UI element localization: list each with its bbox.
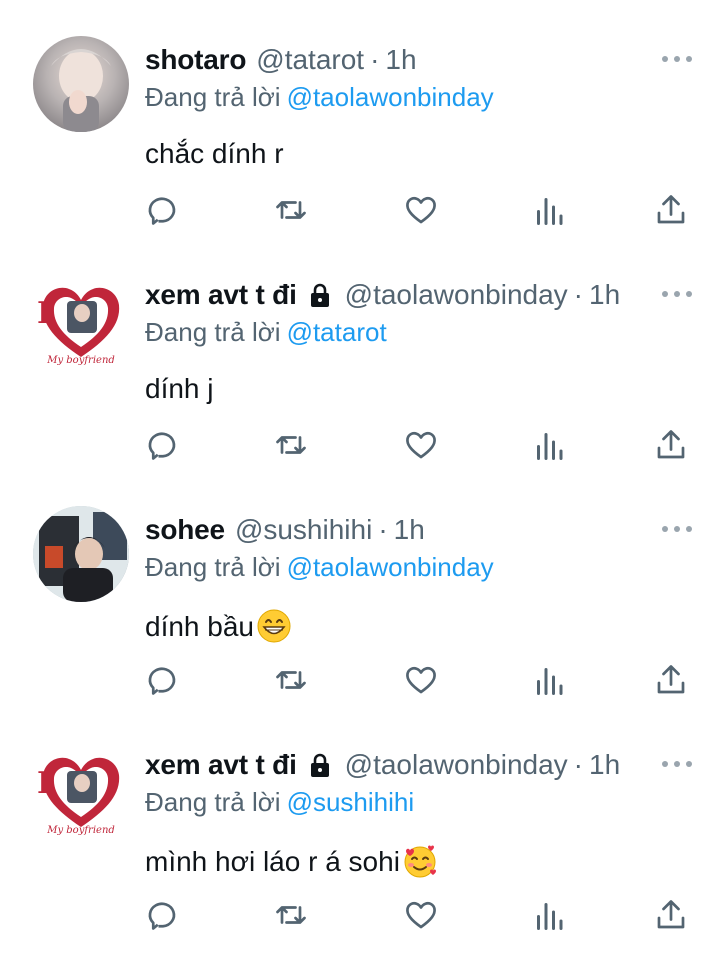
like-icon[interactable] <box>403 662 439 698</box>
action-bar <box>145 192 690 236</box>
like-icon[interactable] <box>403 192 439 228</box>
replying-to-line: Đang trả lời @tatarot <box>145 317 387 348</box>
action-bar <box>145 662 690 706</box>
avatar[interactable] <box>33 36 129 132</box>
replying-to-line: Đang trả lời @sushihihi <box>145 787 414 818</box>
retweet-icon[interactable] <box>273 192 309 228</box>
svg-text:I: I <box>37 296 51 331</box>
views-icon[interactable] <box>531 192 567 228</box>
reply-icon[interactable] <box>145 192 181 228</box>
share-icon[interactable] <box>653 192 689 228</box>
tweet-text: mình hơi láo r á sohi <box>145 843 438 879</box>
avatar[interactable] <box>33 506 129 602</box>
replying-to-mention[interactable]: @taolawonbinday <box>287 552 494 582</box>
replying-to-line: Đang trả lời @taolawonbinday <box>145 82 494 113</box>
like-icon[interactable] <box>403 897 439 933</box>
share-icon[interactable] <box>653 662 689 698</box>
user-handle[interactable]: @taolawonbinday <box>345 279 568 311</box>
smiling-face-with-hearts-emoji <box>402 843 438 879</box>
action-bar <box>145 427 690 471</box>
tweet[interactable]: I My boyfriend xem avt t đi @taolawonbin… <box>0 235 720 470</box>
separator-dot: · <box>370 44 380 75</box>
display-name[interactable]: shotaro <box>145 44 246 76</box>
tweet-header: xem avt t đi @taolawonbinday · 1h <box>145 745 620 785</box>
separator-dot: · <box>378 514 388 545</box>
tweet-header: sohee @sushihihi · 1h <box>145 510 425 550</box>
replying-to-label: Đang trả lời <box>145 552 281 582</box>
replying-to-label: Đang trả lời <box>145 317 281 347</box>
lock-icon <box>309 282 331 308</box>
share-icon[interactable] <box>653 427 689 463</box>
lock-icon <box>309 752 331 778</box>
separator-dot: · <box>573 279 583 310</box>
tweet[interactable]: I My boyfriend xem avt t đi @taolawonbin… <box>0 705 720 940</box>
reply-icon[interactable] <box>145 662 181 698</box>
svg-text:My boyfriend: My boyfriend <box>46 355 115 366</box>
separator-dot: · <box>573 749 583 780</box>
replying-to-label: Đang trả lời <box>145 787 281 817</box>
reply-icon[interactable] <box>145 897 181 933</box>
reply-thread: shotaro @tatarot · 1h Đang trả lời @taola… <box>0 0 720 960</box>
avatar[interactable]: I My boyfriend <box>33 741 129 837</box>
tweet-text-content: mình hơi láo r á sohi <box>145 846 400 877</box>
more-options-icon[interactable] <box>660 522 694 534</box>
tweet-text: dính bầu <box>145 608 292 644</box>
tweet[interactable]: sohee @sushihihi · 1h Đang trả lời @taola… <box>0 470 720 705</box>
share-icon[interactable] <box>653 897 689 933</box>
more-options-icon[interactable] <box>660 757 694 769</box>
tweet-text: dính j <box>145 373 214 404</box>
like-icon[interactable] <box>403 427 439 463</box>
retweet-icon[interactable] <box>273 427 309 463</box>
replying-to-mention[interactable]: @tatarot <box>287 317 387 347</box>
grinning-face-emoji <box>256 608 292 644</box>
display-name[interactable]: xem avt t đi <box>145 749 297 781</box>
reply-icon[interactable] <box>145 427 181 463</box>
replying-to-line: Đang trả lời @taolawonbinday <box>145 552 494 583</box>
replying-to-mention[interactable]: @sushihihi <box>287 787 415 817</box>
tweet-header: shotaro @tatarot · 1h <box>145 40 417 80</box>
tweet[interactable]: shotaro @tatarot · 1h Đang trả lời @taola… <box>0 0 720 235</box>
replying-to-mention[interactable]: @taolawonbinday <box>287 82 494 112</box>
tweet-text-content: dính bầu <box>145 611 254 642</box>
more-options-icon[interactable] <box>660 287 694 299</box>
timestamp[interactable]: 1h <box>589 749 620 781</box>
timestamp[interactable]: 1h <box>589 279 620 311</box>
display-name[interactable]: xem avt t đi <box>145 279 297 311</box>
views-icon[interactable] <box>531 662 567 698</box>
user-handle[interactable]: @taolawonbinday <box>345 749 568 781</box>
tweet-header: xem avt t đi @taolawonbinday · 1h <box>145 275 620 315</box>
timestamp[interactable]: 1h <box>385 44 416 76</box>
svg-text:I: I <box>37 766 51 801</box>
replying-to-label: Đang trả lời <box>145 82 281 112</box>
display-name[interactable]: sohee <box>145 514 225 546</box>
retweet-icon[interactable] <box>273 662 309 698</box>
user-handle[interactable]: @tatarot <box>256 44 364 76</box>
retweet-icon[interactable] <box>273 897 309 933</box>
svg-text:My boyfriend: My boyfriend <box>46 825 115 836</box>
timestamp[interactable]: 1h <box>394 514 425 546</box>
user-handle[interactable]: @sushihihi <box>235 514 372 546</box>
views-icon[interactable] <box>531 897 567 933</box>
tweet-text: chắc dính r <box>145 138 284 169</box>
views-icon[interactable] <box>531 427 567 463</box>
avatar[interactable]: I My boyfriend <box>33 271 129 367</box>
more-options-icon[interactable] <box>660 52 694 64</box>
action-bar <box>145 897 690 941</box>
